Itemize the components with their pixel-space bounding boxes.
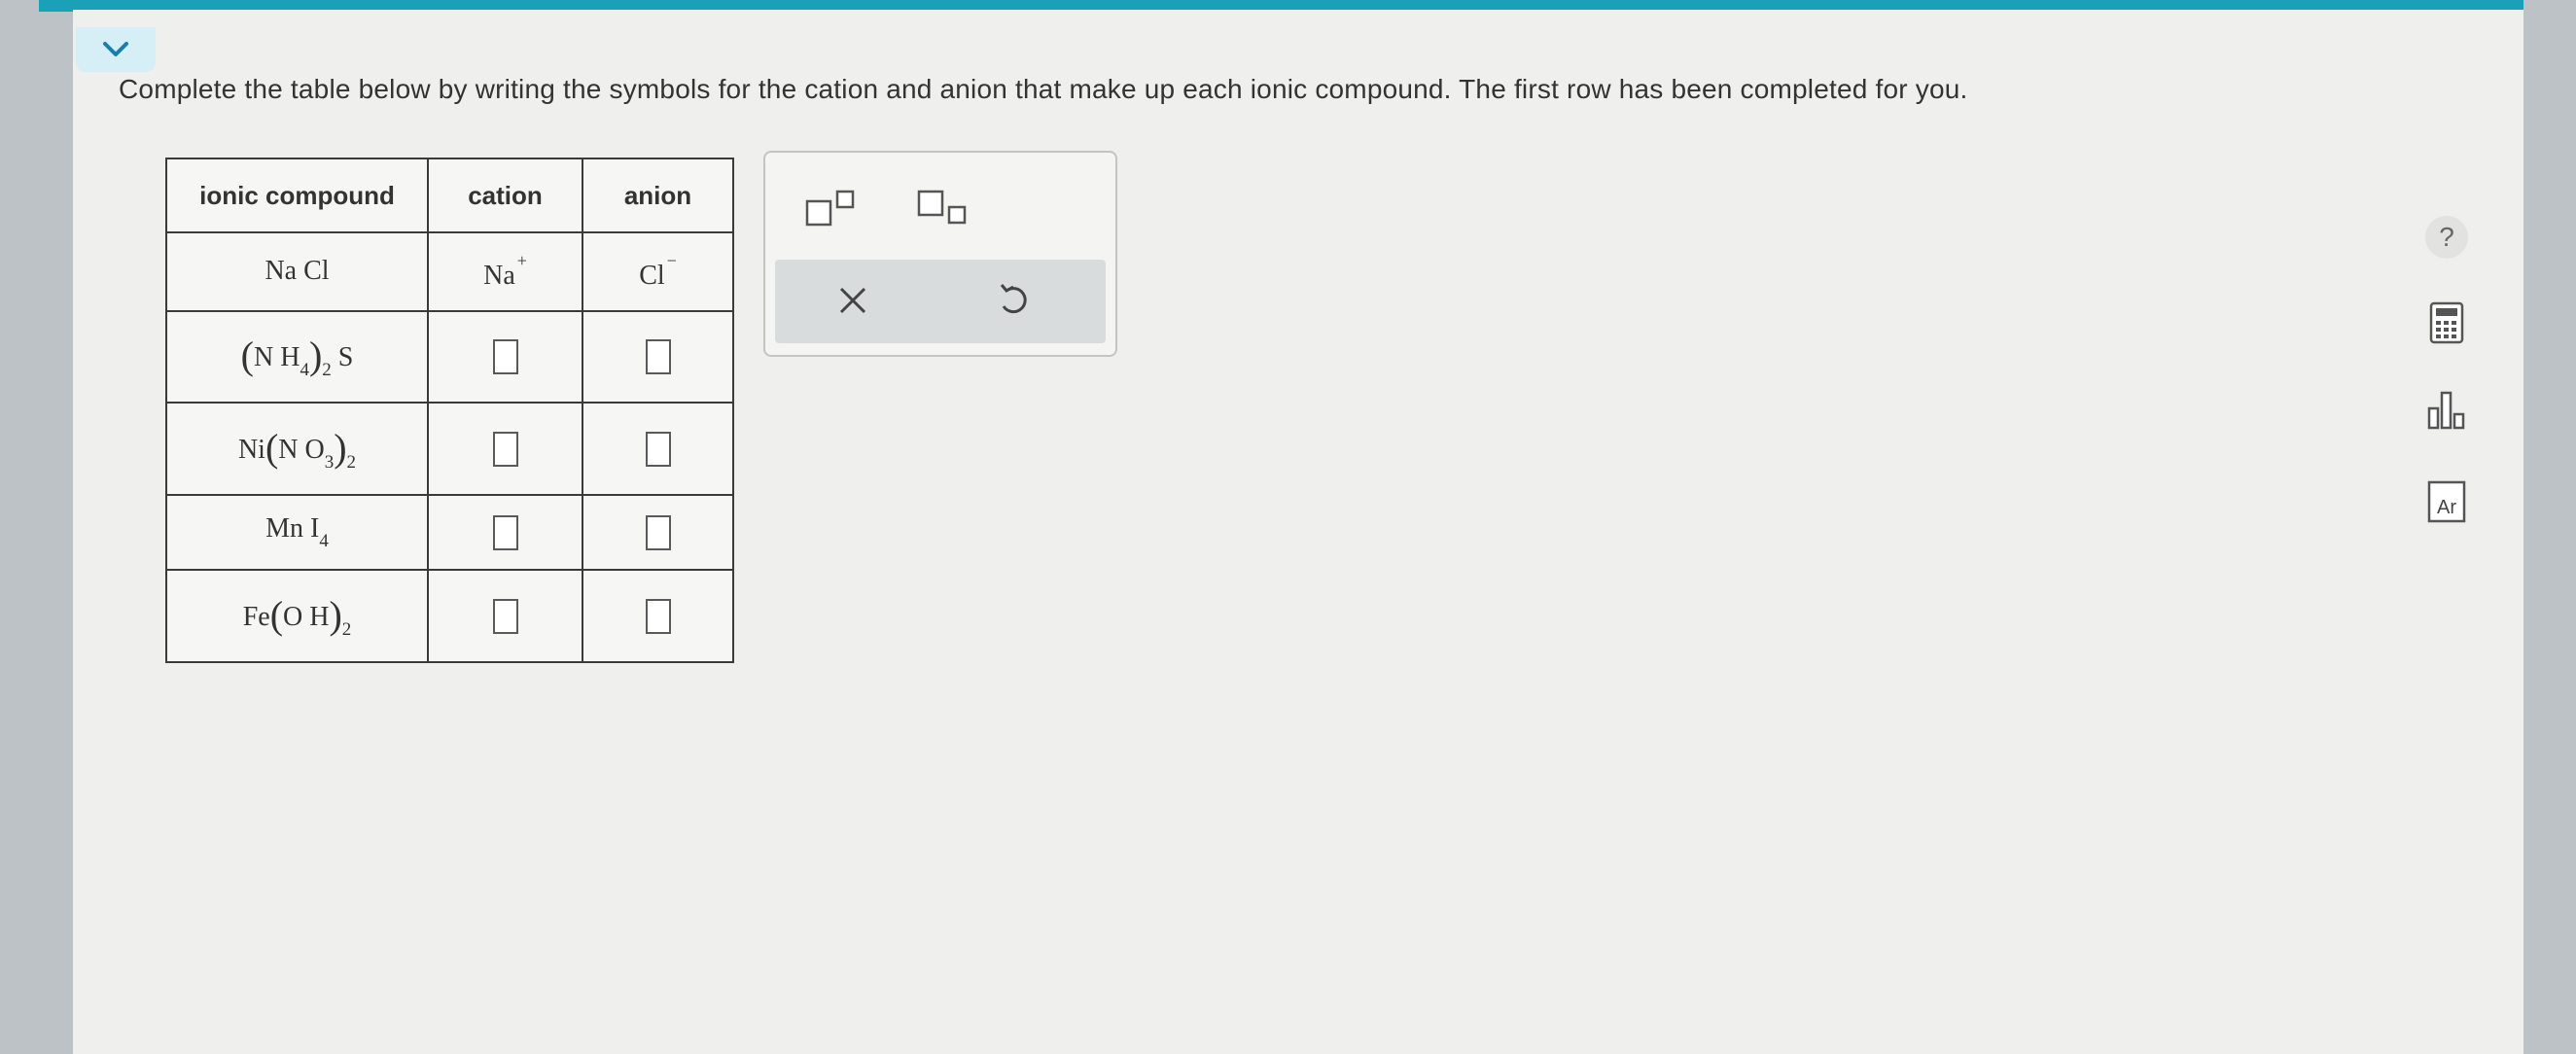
collapse-button[interactable] xyxy=(76,27,156,72)
help-button[interactable]: ? xyxy=(2423,214,2470,261)
anion-cell: Cl − xyxy=(582,231,734,312)
anion-answer-input[interactable] xyxy=(645,431,671,467)
table-row: Mn I4 xyxy=(165,494,734,572)
cation-answer-cell[interactable] xyxy=(427,569,583,663)
table-header-row: ionic compound cation anion xyxy=(165,158,734,233)
calculator-button[interactable] xyxy=(2423,299,2470,346)
anion-answer-input[interactable] xyxy=(645,514,671,550)
cation-answer-cell[interactable] xyxy=(427,402,583,497)
cation-cell: Na + xyxy=(427,231,583,312)
anion-charge: − xyxy=(666,251,677,271)
periodic-table-icon: Ar xyxy=(2427,480,2466,523)
header-ionic-compound: ionic compound xyxy=(165,158,429,233)
answer-toolbox xyxy=(763,151,1117,357)
cation-answer-cell[interactable] xyxy=(427,309,583,404)
table-row: Na Cl Na + Cl − xyxy=(165,231,734,312)
table-row: Fe(O H)2 xyxy=(165,569,734,663)
table-row: (N H4)2 S xyxy=(165,309,734,404)
anion-answer-cell[interactable] xyxy=(582,402,734,497)
subscript-button[interactable] xyxy=(916,190,974,228)
cation-answer-input[interactable] xyxy=(492,514,518,550)
compound-cell: Mn I4 xyxy=(165,494,429,572)
cation-answer-input[interactable] xyxy=(492,598,518,634)
anion-answer-input[interactable] xyxy=(645,339,671,375)
chevron-down-icon xyxy=(103,42,128,56)
ionic-compound-table: ionic compound cation anion Na Cl Na + Cl… xyxy=(165,158,734,663)
cation-answer-input[interactable] xyxy=(492,339,518,375)
question-instructions: Complete the table below by writing the … xyxy=(119,74,1968,104)
svg-text:Ar: Ar xyxy=(2437,497,2456,518)
anion-answer-cell[interactable] xyxy=(582,569,734,663)
cation-symbol: Na xyxy=(483,261,515,292)
header-anion: anion xyxy=(582,158,734,233)
help-icon: ? xyxy=(2425,216,2468,259)
cation-charge: + xyxy=(516,251,527,271)
periodic-table-button[interactable]: Ar xyxy=(2423,478,2470,525)
anion-answer-cell[interactable] xyxy=(582,494,734,572)
compound-cell: Ni(N O3)2 xyxy=(165,402,429,497)
undo-icon[interactable] xyxy=(994,281,1033,320)
compound-cell: Fe(O H)2 xyxy=(165,569,429,663)
compound-cell: (N H4)2 S xyxy=(165,309,429,404)
data-chart-button[interactable] xyxy=(2423,387,2470,434)
bar-chart-icon xyxy=(2427,391,2465,430)
cation-answer-cell[interactable] xyxy=(427,494,583,572)
anion-answer-input[interactable] xyxy=(645,598,671,634)
cation-answer-input[interactable] xyxy=(492,431,518,467)
table-row: Ni(N O3)2 xyxy=(165,402,734,497)
compound-cell: Na Cl xyxy=(165,231,429,312)
anion-symbol: Cl xyxy=(639,261,665,292)
clear-icon[interactable] xyxy=(833,281,872,320)
header-cation: cation xyxy=(427,158,583,233)
calculator-icon xyxy=(2429,301,2464,344)
svg-text:?: ? xyxy=(2439,222,2454,252)
anion-answer-cell[interactable] xyxy=(582,309,734,404)
superscript-button[interactable] xyxy=(804,190,863,228)
